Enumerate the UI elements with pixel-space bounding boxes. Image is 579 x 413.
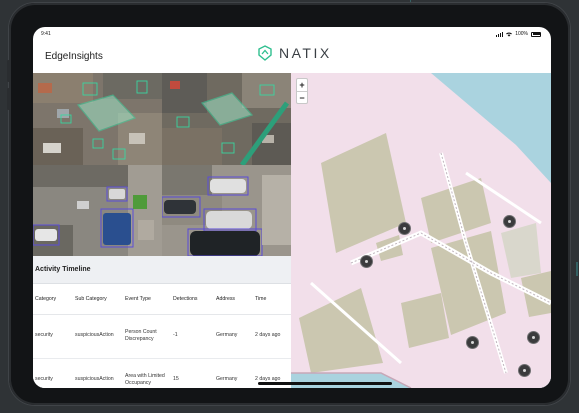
map-marker-icon[interactable] (398, 222, 411, 235)
table-row[interactable]: security suspiciousAction Person Count D… (33, 314, 291, 359)
main-content: Activity Timeline Category Sub Category … (33, 73, 551, 388)
activity-table: Category Sub Category Event Type Detecti… (33, 284, 291, 388)
column-header-detections[interactable]: Detections (171, 284, 214, 315)
cell-detections: 15 (171, 358, 214, 388)
map-view[interactable]: + − (291, 73, 551, 388)
map-marker-icon[interactable] (518, 364, 531, 377)
map-marker-icon[interactable] (360, 255, 373, 268)
timeline-title: Activity Timeline (33, 256, 291, 284)
table-row[interactable]: security suspiciousAction Area with Limi… (33, 358, 291, 388)
status-icons: 100% (496, 31, 541, 37)
map-marker-icon[interactable] (527, 331, 540, 344)
battery-icon (531, 31, 541, 37)
cell-event-type: Person Count Discrepancy (123, 314, 171, 359)
background-glow-line (576, 262, 578, 276)
camera-feed-4[interactable] (162, 165, 291, 256)
status-bar: 9:41 100% (33, 27, 551, 41)
zoom-in-button[interactable]: + (297, 79, 307, 91)
zoom-out-button[interactable]: − (297, 91, 307, 103)
column-header-category[interactable]: Category (33, 284, 73, 315)
app-bar: EdgeInsights NATIX (33, 41, 551, 73)
map-marker-icon[interactable] (466, 336, 479, 349)
camera-feed-1[interactable] (33, 73, 162, 165)
column-header-sub-category[interactable]: Sub Category (73, 284, 123, 315)
cell-category: security (33, 358, 73, 388)
side-button (7, 60, 10, 82)
brand-name: NATIX (279, 45, 332, 61)
column-header-time[interactable]: Time (253, 284, 291, 315)
zoom-controls: + − (296, 78, 308, 104)
natix-shield-logo-icon (258, 45, 272, 61)
cell-detections: -1 (171, 314, 214, 359)
app-title: EdgeInsights (45, 51, 103, 62)
map-base (291, 73, 551, 388)
wifi-icon (506, 32, 513, 37)
status-time: 9:41 (41, 31, 51, 37)
cell-event-type: Area with Limited Occupancy (123, 358, 171, 388)
cell-address: Germany (214, 314, 253, 359)
camera-feed-3[interactable] (33, 165, 162, 256)
map-marker-icon[interactable] (503, 215, 516, 228)
cell-sub-category: suspiciousAction (73, 314, 123, 359)
table-header-row: Category Sub Category Event Type Detecti… (33, 284, 291, 315)
cell-sub-category: suspiciousAction (73, 358, 123, 388)
brand: NATIX (257, 45, 332, 61)
activity-timeline: Activity Timeline Category Sub Category … (33, 256, 291, 388)
column-header-address[interactable]: Address (214, 284, 253, 315)
cell-time: 2 days ago (253, 314, 291, 359)
camera-panel: Activity Timeline Category Sub Category … (33, 73, 291, 388)
side-button (7, 88, 10, 110)
cell-address: Germany (214, 358, 253, 388)
tablet-screen: 9:41 100% EdgeInsights NATIX Activity Ti… (33, 27, 551, 388)
column-header-event-type[interactable]: Event Type (123, 284, 171, 315)
cell-category: security (33, 314, 73, 359)
home-indicator (258, 382, 392, 385)
battery-percent: 100% (515, 31, 528, 37)
camera-feed-2[interactable] (162, 73, 291, 165)
signal-icon (496, 31, 504, 37)
